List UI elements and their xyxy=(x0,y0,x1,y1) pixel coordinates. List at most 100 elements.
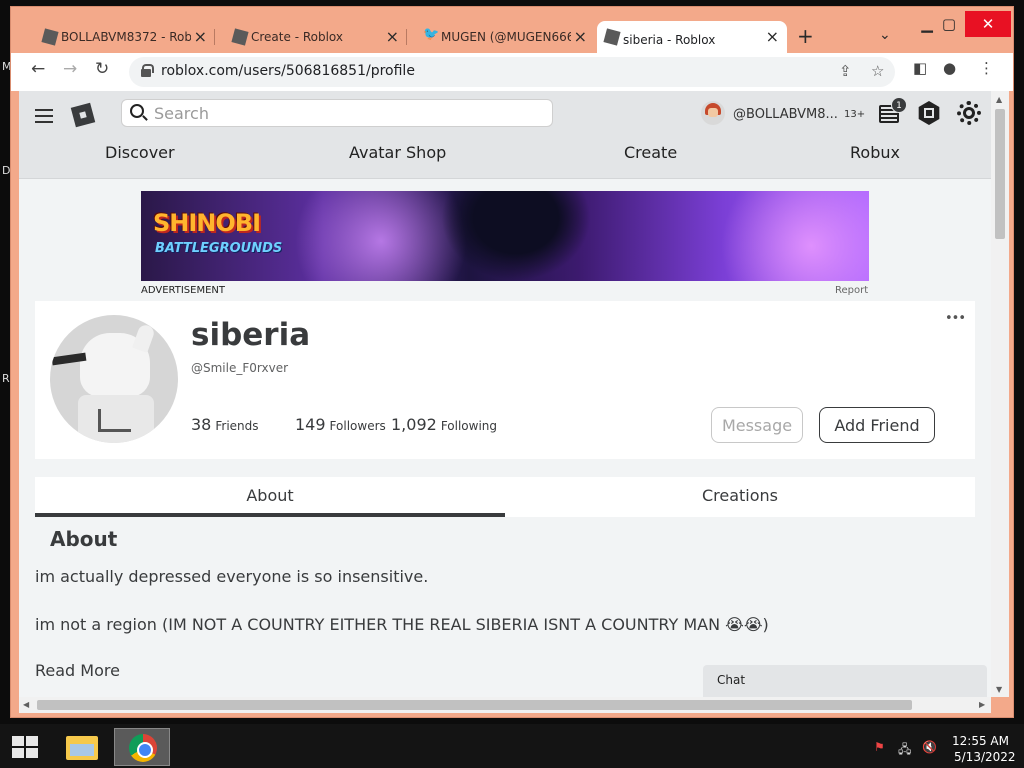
scroll-left-icon[interactable]: ◀ xyxy=(23,700,29,709)
robux-button[interactable] xyxy=(915,99,943,127)
nav-discover[interactable]: Discover xyxy=(105,143,175,162)
maximize-icon[interactable]: ▢ xyxy=(929,11,969,37)
profile-handle: @Smile_F0rxver xyxy=(191,361,289,375)
advertisement-banner[interactable]: SHINOBI BATTLEGROUNDS xyxy=(141,191,869,281)
volume-muted-icon[interactable]: 🔇 xyxy=(922,740,937,754)
desktop-icon-label: R xyxy=(2,372,10,385)
taskbar: ⚑ 🖧 🔇 12:55 AM 5/13/2022 xyxy=(0,724,1024,768)
browser-tab[interactable]: Create - Roblox × xyxy=(225,21,407,53)
clock-date[interactable]: 5/13/2022 xyxy=(954,750,1016,764)
friends-stat[interactable]: 38 Friends xyxy=(191,415,259,434)
close-tab-icon[interactable]: × xyxy=(766,27,779,46)
close-window-icon[interactable]: ✕ xyxy=(965,11,1011,37)
followers-label: Followers xyxy=(329,419,386,433)
settings-button[interactable] xyxy=(955,99,983,127)
browser-tab[interactable]: 🐦 MUGEN (@MUGEN666 × xyxy=(415,21,595,53)
avatar-body xyxy=(78,395,154,443)
followers-count: 149 xyxy=(295,415,326,434)
nav-avatar-shop[interactable]: Avatar Shop xyxy=(349,143,446,162)
close-tab-icon[interactable]: × xyxy=(194,27,207,46)
chrome-icon xyxy=(129,734,157,762)
scrollbar-thumb[interactable] xyxy=(37,700,912,710)
start-tile xyxy=(26,748,38,758)
windows-start-icon[interactable] xyxy=(12,736,38,758)
action-center-flag-icon[interactable]: ⚑ xyxy=(874,740,885,754)
avatar[interactable] xyxy=(701,101,725,125)
url-text: roblox.com/users/506816851/profile xyxy=(161,63,415,79)
more-options-icon[interactable]: ••• xyxy=(945,311,966,326)
friends-label: Friends xyxy=(215,419,259,433)
tab-about[interactable]: About xyxy=(35,477,505,517)
ad-label: ADVERTISEMENT xyxy=(141,285,226,296)
forward-icon[interactable]: → xyxy=(63,59,77,79)
browser-window: BOLLABVM8372 - Robl × Create - Roblox × … xyxy=(10,6,1014,718)
message-button[interactable]: Message xyxy=(711,407,803,443)
tab-separator xyxy=(406,29,407,45)
tab-separator xyxy=(214,29,215,45)
roblox-icon xyxy=(231,28,249,46)
search-icon xyxy=(130,104,144,118)
back-icon[interactable]: ← xyxy=(31,59,45,79)
ad-report-link[interactable]: Report xyxy=(835,285,868,296)
following-count: 1,092 xyxy=(391,415,437,434)
ad-subtitle: BATTLEGROUNDS xyxy=(155,241,283,256)
bookmark-star-icon[interactable]: ☆ xyxy=(871,62,884,80)
new-tab-button[interactable]: + xyxy=(797,24,814,48)
nav-robux[interactable]: Robux xyxy=(850,143,900,162)
side-panel-icon[interactable]: ◧ xyxy=(913,59,927,77)
scrollbar-thumb[interactable] xyxy=(995,109,1005,239)
tab-title: MUGEN (@MUGEN666 xyxy=(441,30,571,44)
read-more-link[interactable]: Read More xyxy=(35,661,120,680)
avatar-horn xyxy=(132,323,156,353)
lock-icon xyxy=(141,64,154,77)
close-tab-icon[interactable]: × xyxy=(386,27,399,46)
nav-create[interactable]: Create xyxy=(624,143,677,162)
scroll-right-icon[interactable]: ▶ xyxy=(979,700,985,709)
profile-icon[interactable]: ● xyxy=(943,59,956,77)
address-bar[interactable]: roblox.com/users/506816851/profile ⇪ ☆ xyxy=(129,57,895,87)
tab-search-icon[interactable]: ⌄ xyxy=(879,27,891,43)
tab-title: siberia - Roblox xyxy=(623,33,716,47)
chat-label: Chat xyxy=(717,673,746,687)
share-icon[interactable]: ⇪ xyxy=(839,62,852,80)
start-tile xyxy=(26,736,38,746)
network-icon[interactable]: 🖧 xyxy=(898,740,911,761)
profile-header-card: siberia @Smile_F0rxver ••• 38 Friends 149… xyxy=(35,301,975,459)
twitter-icon: 🐦 xyxy=(423,27,440,42)
gear-icon-hub xyxy=(963,107,975,119)
ad-glow xyxy=(701,191,869,281)
search-input[interactable] xyxy=(154,103,544,123)
about-text-line: im not a region (IM NOT A COUNTRY EITHER… xyxy=(35,615,769,634)
clock-time[interactable]: 12:55 AM xyxy=(952,734,1009,748)
scroll-down-icon[interactable]: ▼ xyxy=(996,685,1002,694)
file-explorer-taskbar-button[interactable] xyxy=(54,728,110,766)
followers-stat[interactable]: 149 Followers xyxy=(295,415,386,434)
tab-title: Create - Roblox xyxy=(251,30,343,44)
scroll-up-icon[interactable]: ▲ xyxy=(996,95,1002,104)
reload-icon[interactable]: ↻ xyxy=(95,59,109,79)
ad-title: SHINOBI xyxy=(153,209,261,237)
tab-title: BOLLABVM8372 - Robl xyxy=(61,30,191,44)
friends-count: 38 xyxy=(191,415,212,434)
notifications-button[interactable]: 1 xyxy=(875,97,907,127)
header-username[interactable]: @BOLLABVM8... xyxy=(733,107,838,122)
following-stat[interactable]: 1,092 Following xyxy=(391,415,497,434)
roblox-logo-icon[interactable] xyxy=(70,102,96,128)
close-tab-icon[interactable]: × xyxy=(574,27,587,46)
profile-avatar[interactable] xyxy=(50,315,178,443)
chat-bar[interactable]: Chat xyxy=(703,665,987,697)
tab-creations[interactable]: Creations xyxy=(505,477,975,517)
about-heading: About xyxy=(50,527,118,551)
add-friend-button[interactable]: Add Friend xyxy=(819,407,935,443)
menu-kebab-icon[interactable]: ⋮ xyxy=(979,59,994,77)
search-box[interactable] xyxy=(121,99,553,127)
profile-tabs: About Creations xyxy=(35,477,975,517)
horizontal-scrollbar[interactable]: ◀ ▶ xyxy=(19,697,991,713)
age-badge: 13+ xyxy=(844,109,866,120)
chrome-taskbar-button[interactable] xyxy=(114,728,170,766)
browser-tab[interactable]: BOLLABVM8372 - Robl × xyxy=(35,21,215,53)
hamburger-menu-icon[interactable] xyxy=(35,109,53,123)
vertical-scrollbar[interactable]: ▲ ▼ xyxy=(991,91,1009,697)
tab-strip: BOLLABVM8372 - Robl × Create - Roblox × … xyxy=(11,7,1013,59)
roblox-icon xyxy=(603,28,621,46)
